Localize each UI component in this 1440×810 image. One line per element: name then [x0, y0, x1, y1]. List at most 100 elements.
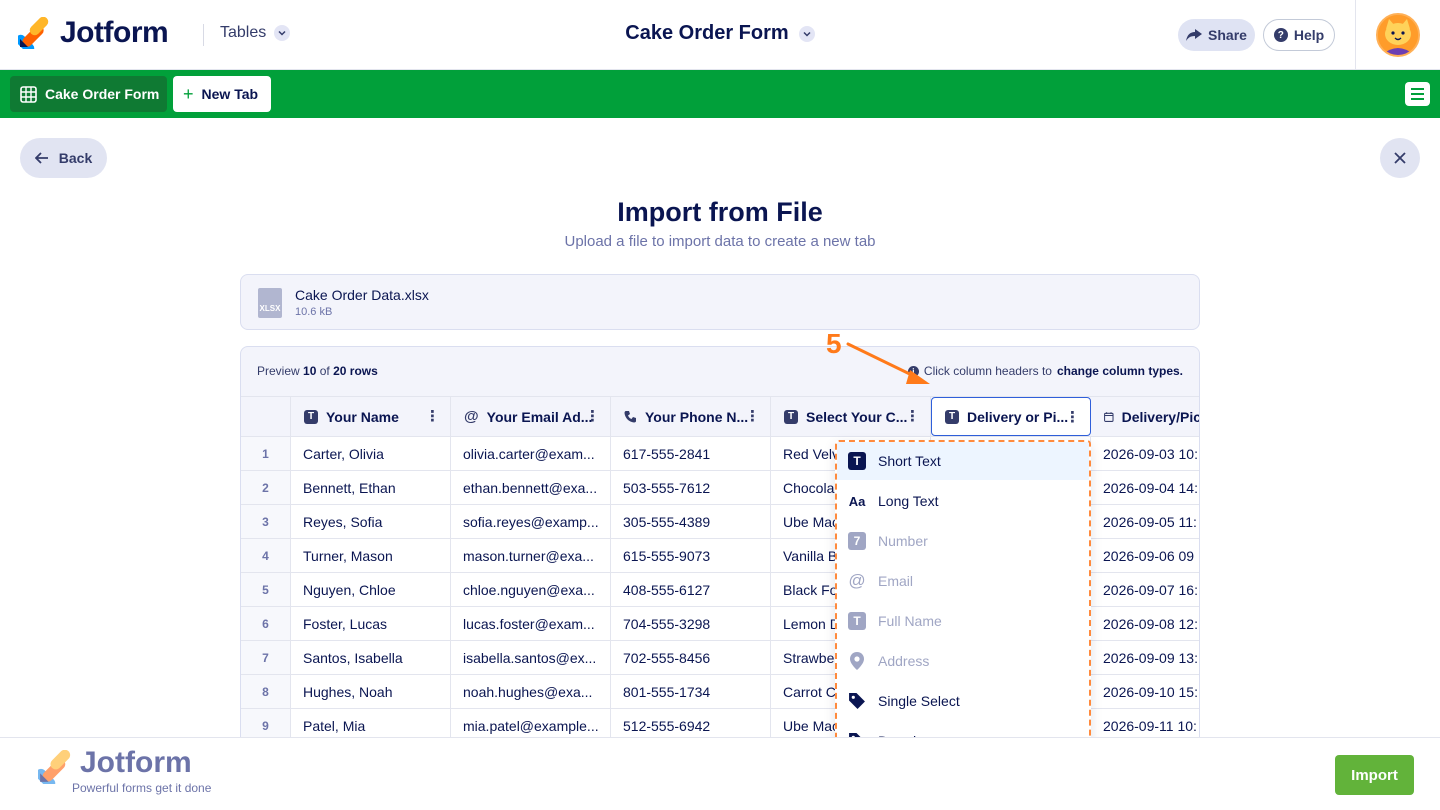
column-label: Delivery/Pic	[1121, 408, 1200, 425]
more-options-icon[interactable]: ⋮	[425, 409, 440, 424]
table-grid-icon	[20, 85, 37, 103]
row-number: 4	[241, 539, 291, 572]
column-header-select-cake[interactable]: T Select Your C... ⋮	[771, 397, 931, 436]
dropdown-option-label: Long Text	[878, 493, 939, 509]
column-label: Select Your C...	[806, 408, 908, 425]
help-label: Help	[1293, 27, 1325, 43]
column-header-email[interactable]: @ Your Email Ad... ⋮	[451, 397, 611, 436]
table-cell: Reyes, Sofia	[291, 505, 451, 538]
column-header-delivery-or-pickup[interactable]: T Delivery or Pi... ⋮	[931, 397, 1091, 436]
close-icon	[1394, 152, 1406, 164]
dropdown-option-label: Email	[878, 573, 914, 589]
row-number: 2	[241, 471, 291, 504]
table-cell: 615-555-9073	[611, 539, 771, 572]
tab-label: Cake Order Form	[45, 86, 160, 102]
short-text-type-icon: T	[945, 409, 959, 424]
column-header-your-name[interactable]: T Your Name ⋮	[291, 397, 451, 436]
calendar-type-icon	[1104, 411, 1114, 422]
row-number: 3	[241, 505, 291, 538]
plus-icon: +	[183, 84, 194, 104]
menu-icon[interactable]	[1405, 82, 1430, 106]
column-label: Your Phone N...	[645, 408, 749, 425]
table-cell: 2026-09-10 15:	[1103, 683, 1198, 700]
dropdown-option-long-text[interactable]: Aa Long Text	[837, 482, 1089, 520]
more-options-icon[interactable]: ⋮	[905, 409, 920, 424]
preview-of: of	[319, 364, 330, 378]
column-label: Delivery or Pi...	[967, 408, 1069, 425]
annotation-arrow-icon	[846, 342, 930, 384]
table-cell: 801-555-1734	[611, 675, 771, 708]
cat-avatar-icon	[1378, 15, 1418, 55]
footer: Jotform Powerful forms get it done Impor…	[0, 737, 1440, 810]
close-button[interactable]	[1380, 138, 1420, 178]
more-options-icon[interactable]: ⋮	[585, 409, 600, 424]
preview-prefix: Preview	[257, 364, 300, 378]
table-cell: Hughes, Noah	[291, 675, 451, 708]
back-button[interactable]: Back	[20, 138, 107, 178]
share-arrow-icon	[1186, 29, 1203, 41]
new-tab-button[interactable]: + New Tab	[173, 76, 271, 112]
back-label: Back	[58, 150, 93, 166]
row-number: 8	[241, 675, 291, 708]
footer-logo: Jotform Powerful forms get it done	[38, 746, 238, 796]
more-options-icon[interactable]: ⋮	[745, 409, 760, 424]
table-cell: 2026-09-03 10:	[1103, 445, 1198, 462]
help-icon: ?	[1273, 28, 1288, 42]
chevron-down-icon	[798, 25, 815, 42]
table-cell: 2026-09-08 12:	[1103, 615, 1198, 632]
file-size: 10.6 kB	[295, 306, 333, 318]
table-cell: chloe.nguyen@exa...	[451, 573, 611, 606]
column-header-phone[interactable]: Your Phone N... ⋮	[611, 397, 771, 436]
header-divider-right	[1355, 0, 1356, 70]
hint-bold: change column types.	[1056, 364, 1183, 378]
help-button[interactable]: ? Help	[1263, 19, 1335, 51]
table-cell: 702-555-8456	[611, 641, 771, 674]
page-subtitle: Upload a file to import data to create a…	[564, 233, 876, 250]
form-title-button[interactable]: Cake Order Form	[625, 22, 815, 45]
column-header-delivery-date[interactable]: Delivery/Pic	[1091, 397, 1200, 436]
step-annotation: 5	[826, 328, 842, 360]
table-cell: 2026-09-05 11:	[1103, 513, 1197, 530]
import-button[interactable]: Import	[1335, 755, 1414, 795]
footer-tagline: Powerful forms get it done	[72, 781, 212, 795]
short-text-icon: T	[848, 612, 866, 630]
share-button[interactable]: Share	[1178, 19, 1255, 51]
tag-icon	[849, 693, 865, 709]
table-cell: sofia.reyes@examp...	[451, 505, 611, 538]
dropdown-option-email: @ Email	[837, 562, 1089, 600]
jotform-logo-icon	[38, 750, 71, 784]
dropdown-option-short-text[interactable]: T Short Text	[837, 442, 1089, 480]
email-icon: @	[848, 571, 866, 590]
dropdown-option-single-select[interactable]: Single Select	[837, 682, 1089, 720]
index-header	[241, 397, 291, 436]
dropdown-option-label: Address	[878, 653, 930, 669]
table-cell: 617-555-2841	[611, 437, 771, 470]
table-cell: Nguyen, Chloe	[291, 573, 451, 606]
tab-cake-order-form[interactable]: Cake Order Form	[10, 76, 167, 112]
table-cell: Santos, Isabella	[291, 641, 451, 674]
table-cell: 503-555-7612	[611, 471, 771, 504]
footer-brand: Jotform	[80, 746, 192, 779]
user-avatar[interactable]	[1376, 13, 1420, 57]
short-text-type-icon: T	[784, 409, 798, 424]
row-number: 5	[241, 573, 291, 606]
step-number: 5	[826, 328, 842, 359]
table-cell: 2026-09-07 16:	[1103, 581, 1198, 598]
number-icon: 7	[848, 532, 866, 550]
dropdown-option-address: Address	[837, 642, 1089, 680]
page-title: Import from File	[617, 197, 823, 227]
dropdown-option-label: Short Text	[878, 453, 941, 469]
import-label: Import	[1351, 766, 1398, 784]
tabs-bar: Cake Order Form + New Tab	[0, 70, 1440, 118]
dropdown-option-label: Full Name	[878, 613, 942, 629]
table-cell: mason.turner@exa...	[451, 539, 611, 572]
table-cell: Foster, Lucas	[291, 607, 451, 640]
table-cell: isabella.santos@ex...	[451, 641, 611, 674]
uploaded-file-card: XLSX Cake Order Data.xlsx 10.6 kB	[240, 274, 1200, 330]
hint-text: Click column headers to	[923, 364, 1052, 378]
short-text-type-icon: T	[304, 409, 318, 424]
table-cell: 408-555-6127	[611, 573, 771, 606]
email-type-icon: @	[464, 408, 479, 425]
preview-count: Preview 10 of 20 rows	[257, 364, 378, 378]
more-options-icon[interactable]: ⋮	[1065, 410, 1080, 425]
